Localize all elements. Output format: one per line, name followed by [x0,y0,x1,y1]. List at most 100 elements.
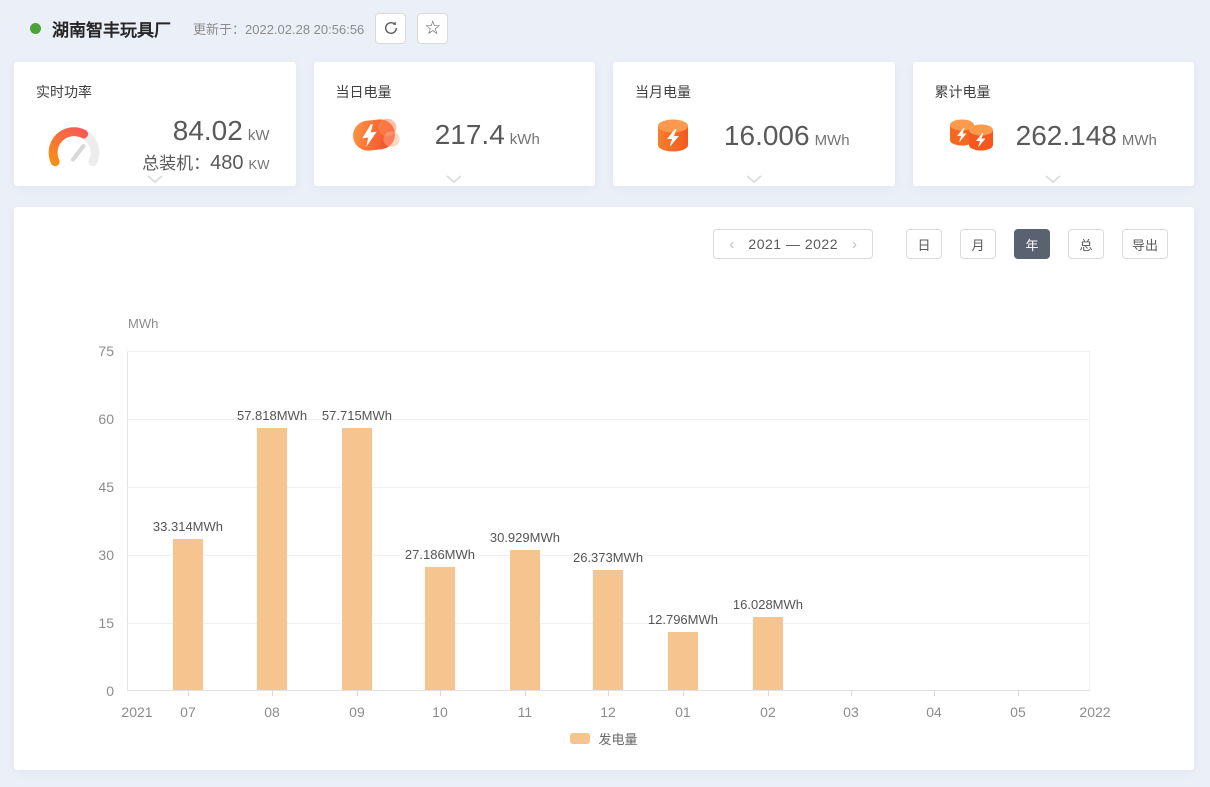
period-button-年[interactable]: 年 [1014,229,1050,259]
x-tick-label: 12 [568,704,648,720]
bar-02 [753,617,783,690]
gridline [127,351,1090,352]
plant-title: 湖南智丰玩具厂 [52,16,171,41]
realtime-power-value: 84.02 [173,115,243,146]
bar-data-label: 33.314MWh [123,519,253,534]
chart-controls: ‹ 2021 — 2022 › 日月年总导出 [713,229,1168,259]
card-realtime-power: 实时功率 84.02 kW 总装机：480 KW [14,62,296,186]
bar-data-label: 12.796MWh [618,612,748,627]
x-tick-label: 08 [232,704,312,720]
card-expand-chevron[interactable] [446,175,462,183]
card-value-block: 16.006 MWh [705,120,869,152]
realtime-power-unit: kW [248,127,270,144]
total-energy-icon [941,115,1005,157]
chart-legend-item[interactable]: 发电量 [14,729,1194,748]
x-tick-label: 04 [894,704,974,720]
x-boundary-label: 2021 [97,704,177,720]
card-expand-chevron[interactable] [1045,175,1061,183]
card-total-energy: 累计电量 262.148 MWh [913,62,1195,186]
chart-plot: 33.314MWh57.818MWh57.715MWh27.186MWh30.9… [127,351,1090,691]
x-tick-mark [851,691,852,696]
bar-01 [668,632,698,690]
x-tick-mark [357,691,358,696]
pager-range-label: 2021 — 2022 [748,236,838,252]
page-header: 湖南智丰玩具厂 更新于：2022.02.28 20:56:56 ☆ [0,0,1210,56]
card-title: 当日电量 [336,82,596,102]
legend-swatch [570,733,590,744]
x-tick-mark [272,691,273,696]
y-tick-label: 45 [14,479,114,495]
refresh-button[interactable] [375,13,406,44]
y-tick-label: 15 [14,615,114,631]
card-title: 当月电量 [635,82,895,102]
installed-capacity-value: 480 [210,152,243,174]
card-value-block: 217.4 kWh [406,119,570,151]
x-tick-mark [1018,691,1019,696]
x-tick-label: 03 [811,704,891,720]
card-title: 累计电量 [935,82,1195,102]
card-value-block: 262.148 MWh [1005,120,1169,152]
x-boundary-label: 2022 [1055,704,1135,720]
period-button-group: 日月年总导出 [888,229,1168,259]
x-tick-mark [525,691,526,696]
x-tick-mark [683,691,684,696]
date-range-pager: ‹ 2021 — 2022 › [713,229,873,259]
bar-07 [173,539,203,690]
bar-08 [257,428,287,690]
y-tick-label: 30 [14,547,114,563]
updated-timestamp: 更新于：2022.02.28 20:56:56 [193,19,364,38]
bar-data-label: 30.929MWh [460,530,590,545]
star-icon: ☆ [424,19,441,38]
total-energy-unit: MWh [1122,132,1157,149]
card-title: 实时功率 [36,82,296,102]
refresh-icon [383,20,399,36]
x-tick-mark [608,691,609,696]
installed-capacity-label: 总装机： [142,154,210,173]
favorite-button[interactable]: ☆ [417,13,448,44]
bar-09 [342,428,372,690]
y-tick-label: 0 [14,683,114,699]
period-button-月[interactable]: 月 [960,229,996,259]
x-tick-mark [440,691,441,696]
pager-prev-button[interactable]: ‹ [727,236,736,253]
right-boundary-line [1089,351,1090,691]
daily-energy-icon [342,115,406,155]
x-tick-label: 01 [643,704,723,720]
bar-11 [510,550,540,690]
x-tick-label: 10 [400,704,480,720]
pager-next-button[interactable]: › [850,236,859,253]
period-button-导出[interactable]: 导出 [1122,229,1168,259]
bar-12 [593,570,623,690]
installed-capacity-unit: KW [249,157,270,172]
daily-energy-unit: kWh [510,131,540,148]
chart-panel: ‹ 2021 — 2022 › 日月年总导出 MWh 33.314MWh57.8… [14,207,1194,770]
bar-10 [425,567,455,690]
x-tick-label: 02 [728,704,808,720]
stat-cards-row: 实时功率 84.02 kW 总装机：480 KW [14,62,1194,186]
bar-data-label: 57.715MWh [292,408,422,423]
x-tick-mark [768,691,769,696]
card-daily-energy: 当日电量 217.4k [314,62,596,186]
x-tick-label: 09 [317,704,397,720]
y-axis-name: MWh [128,316,158,331]
monthly-energy-value: 16.006 [724,120,810,151]
y-tick-label: 75 [14,343,114,359]
bar-data-label: 26.373MWh [543,550,673,565]
bar-data-label: 16.028MWh [703,597,833,612]
x-tick-label: 05 [978,704,1058,720]
legend-label: 发电量 [598,729,637,748]
period-button-日[interactable]: 日 [906,229,942,259]
x-tick-mark [934,691,935,696]
bar-data-label: 27.186MWh [375,547,505,562]
y-tick-label: 60 [14,411,114,427]
period-button-总[interactable]: 总 [1068,229,1104,259]
x-tick-mark [188,691,189,696]
card-expand-chevron[interactable] [746,175,762,183]
total-energy-value: 262.148 [1016,120,1117,151]
status-dot [30,23,41,34]
card-value-block: 84.02 kW 总装机：480 KW [106,115,270,175]
card-expand-chevron[interactable] [147,175,163,183]
x-tick-label: 11 [485,704,565,720]
daily-energy-value: 217.4 [435,119,505,150]
monthly-energy-unit: MWh [815,132,850,149]
